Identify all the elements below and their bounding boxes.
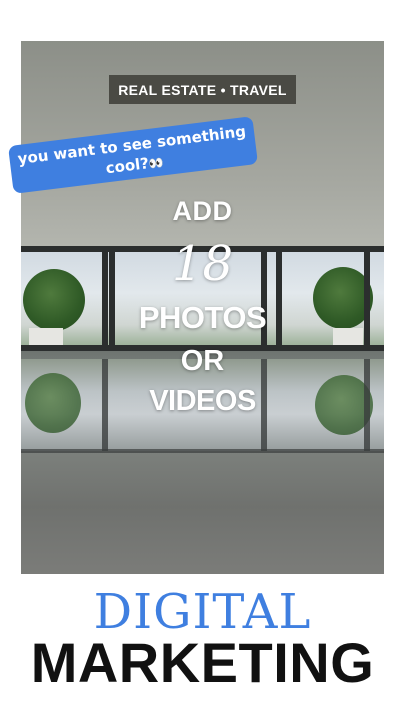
footer-marketing: MARKETING <box>30 631 375 694</box>
headline-photos: PHOTOS <box>138 300 267 335</box>
reflection-frame <box>21 449 384 453</box>
category-tag: REAL ESTATE • TRAVEL <box>109 75 296 104</box>
eyes-emoji-icon: 👀 <box>148 155 164 172</box>
sticker-line-2-text: cool? <box>104 154 150 178</box>
headline-number: 18 <box>171 236 234 292</box>
headline-add: ADD <box>172 196 233 226</box>
headline-or: OR <box>180 345 225 377</box>
headline-videos: VIDEOS <box>149 385 256 417</box>
